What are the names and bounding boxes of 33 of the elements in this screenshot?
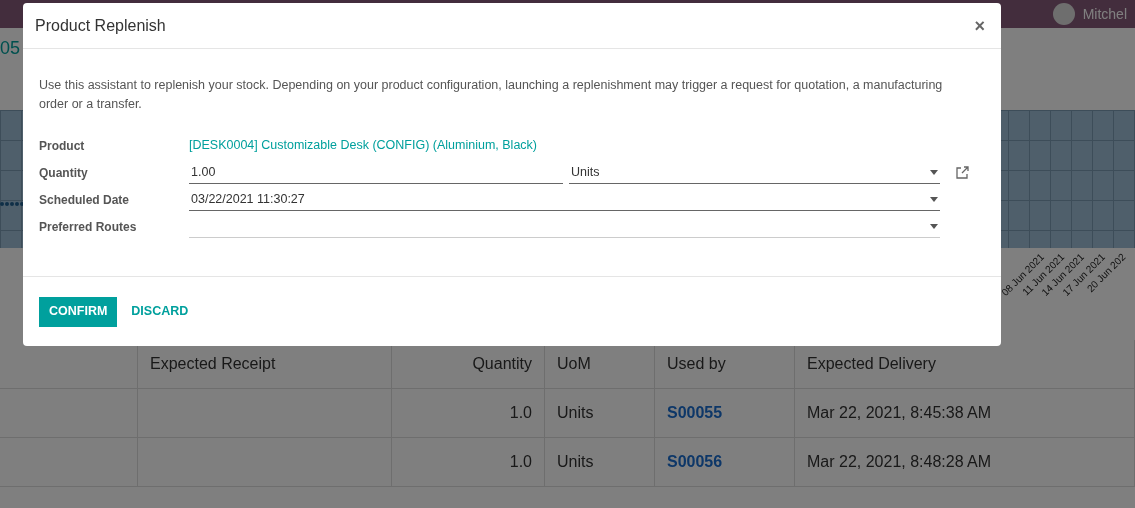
column-header: Used by [667,354,726,374]
table-cell-text: Units [557,452,594,472]
select-field[interactable]: 03/22/2021 11:30:27 [189,188,940,211]
user-name: Mitchel [1082,5,1127,24]
discard-button[interactable]: DISCARD [121,296,199,327]
column-header: Expected Receipt [150,354,276,374]
field-label: Scheduled Date [39,191,131,209]
field-label: Preferred Routes [39,218,138,236]
table-cell-text: Units [557,403,594,423]
caret-icon [930,196,938,202]
table-cell-text: Mar 22, 2021, 8:45:38 AM [807,403,992,423]
caret-icon [930,223,938,229]
column-header: Expected Delivery [807,354,936,374]
product-link[interactable]: [DESK0004] Customizable Desk (CONFIG) (Aluminium, Black) [189,136,537,155]
table-cell-text: 1.0 [509,452,532,472]
column-header: UoM [557,354,591,374]
intro-text: Use this assistant to replenish your stock. Depending on your product configuration, launching a replenishment may trigger a request for quotation, a manufacturing order or a transfer. [39,77,944,113]
avatar-icon [1052,3,1075,25]
unit-select[interactable]: Units [569,161,940,184]
caret-icon [930,169,938,175]
table-cell-text: 1.0 [509,403,532,423]
field-label: Quantity [39,164,89,182]
close-button[interactable]: × [970,11,989,40]
page-title: 05 [0,39,21,57]
dialog-title: Product Replenish [35,15,166,36]
quantity-field[interactable]: 1.00 [189,161,563,184]
external-link-icon[interactable] [956,166,969,179]
order-link[interactable]: S00056 [667,450,723,474]
order-link[interactable]: S00055 [667,401,723,425]
table-cell-text: Mar 22, 2021, 8:48:28 AM [807,452,992,472]
confirm-button[interactable]: CONFIRM [39,296,118,327]
field-label: Product [39,137,86,155]
column-header: Quantity [472,354,532,374]
